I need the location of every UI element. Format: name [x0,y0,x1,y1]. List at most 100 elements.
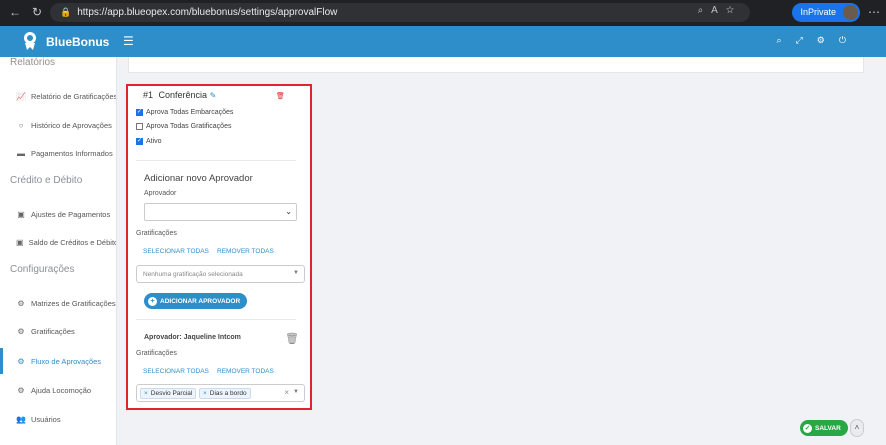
top-card [128,57,864,73]
sidebar: Relatórios 📈 Relatório de Gratificações … [0,57,117,445]
menu-toggle-icon[interactable]: ☰ [123,34,134,48]
sidebar-item-pagamentos-informados[interactable]: ▬ Pagamentos Informados [0,140,116,166]
refresh-icon[interactable]: ↻ [28,5,46,19]
sidebar-section-relatorios: Relatórios [10,57,56,68]
checkbox-box[interactable] [136,108,143,116]
entry-select-all-link[interactable]: SELECIONAR TODAS [143,368,209,375]
gears-icon: ⚙ [17,298,25,308]
approver-label: Aprovador [144,190,177,197]
gratificacoes-multiselect[interactable]: Nenhuma gratificação selecionada ▼ [136,265,305,283]
users-icon: 👥 [16,414,26,424]
avatar [843,5,858,20]
sidebar-item-relatorio-gratificacoes[interactable]: 📈 Relatório de Gratificações [0,83,117,109]
remove-tag-icon[interactable]: × [144,390,148,397]
money-icon: ▬ [17,148,25,158]
checkbox-box[interactable] [136,123,143,130]
entry-gratificacoes-label: Gratificações [136,350,177,357]
sidebar-item-label: Saldo de Créditos e Débitos [28,237,117,247]
logo-icon [24,32,36,50]
back-icon[interactable]: ← [6,5,24,19]
sidebar-item-matrizes[interactable]: ⚙ Matrizes de Gratificações [0,290,116,316]
browser-toolbar: ← ↻ 🔒 https://app.blueopex.com/bluebonus… [0,0,886,26]
sidebar-item-label: Relatório de Gratificações [30,91,117,101]
sidebar-item-label: Ajuda Locomoção [31,385,92,395]
pencil-icon[interactable]: ✎ [210,91,217,100]
flow-number: #1 [143,90,154,100]
remove-tag-icon[interactable]: × [203,390,207,397]
divider [136,160,296,161]
power-icon[interactable]: ⏻ [839,35,846,46]
gratificacoes-label: Gratificações [136,230,177,237]
sidebar-section-credito-debito: Crédito e Débito [10,175,83,186]
clear-selection-icon[interactable]: × [284,388,289,397]
sidebar-item-label: Gratificações [31,326,75,336]
scroll-top-button[interactable]: ˄ [850,419,864,437]
checkbox-box[interactable] [136,137,143,145]
sidebar-item-usuarios[interactable]: 👥 Usuários [0,406,116,432]
checkbox-ativo[interactable]: Ativo [136,137,162,145]
header-actions: ⌕ ⤢ ⚙ ⏻ [777,35,846,46]
gears-icon: ⚙ [17,326,25,336]
save-button[interactable]: ✓ SALVAR [800,420,848,436]
sidebar-item-label: Pagamentos Informados [31,148,113,158]
remove-all-link[interactable]: REMOVER TODAS [217,248,274,255]
sidebar-item-saldo-creditos[interactable]: ▣ Saldo de Créditos e Débitos [0,229,117,255]
entry-gratificacoes-multiselect[interactable]: × Desvio Parcial × Dias a bordo × ▼ [136,384,305,402]
sidebar-item-label: Histórico de Aprovações [31,120,112,130]
flow-name: Conferência [158,90,208,100]
chart-icon: 📈 [16,91,26,101]
add-approver-button[interactable]: + ADICIONAR APROVADOR [144,293,247,309]
approval-flow-card: #1 Conferência ✎ 🗑 Aprova Todas Embarcaç… [126,84,312,410]
flow-title: #1 Conferência ✎ [143,90,216,100]
address-bar-icons: ⌕A☆ [697,5,742,16]
sidebar-item-ajuda-locomocao[interactable]: ⚙ Ajuda Locomoção [0,377,116,403]
sidebar-section-configuracoes: Configurações [10,264,75,275]
gears-icon: ⚙ [17,385,25,395]
selected-tag: × Dias a bordo [199,388,251,399]
sidebar-item-label: Matrizes de Gratificações [31,298,116,308]
check-icon: ✓ [803,423,812,433]
delete-approver-icon[interactable]: 🗑 [285,332,299,345]
more-menu-icon[interactable]: ⋯ [868,5,880,19]
add-approver-label: ADICIONAR APROVADOR [160,297,241,305]
new-approver-heading: Adicionar novo Aprovador [144,173,253,184]
divider [136,319,296,320]
inprivate-label: InPrivate [800,7,836,17]
url-text: https://app.blueopex.com/bluebonus/setti… [77,7,338,18]
chevron-up-icon: ˄ [854,423,860,432]
caret-down-icon: ▼ [293,270,299,276]
approver-entry-name: Aprovador: Jaqueline Intcom [144,334,241,341]
checkbox-aprova-gratificacoes[interactable]: Aprova Todas Gratificações [136,123,231,130]
sidebar-item-fluxo-aprovacoes[interactable]: ⚙ Fluxo de Aprovações [0,348,116,374]
sidebar-item-gratificacoes[interactable]: ⚙ Gratificações [0,318,116,344]
checkbox-label: Ativo [146,138,162,145]
inprivate-badge[interactable]: InPrivate [792,3,860,22]
plus-icon: + [148,296,157,306]
entry-remove-all-link[interactable]: REMOVER TODAS [217,368,274,375]
multiselect-placeholder: Nenhuma gratificação selecionada [143,271,243,278]
checkbox-aprova-embarcacoes[interactable]: Aprova Todas Embarcações [136,108,234,116]
tag-label: Dias a bordo [209,390,247,397]
tag-label: Desvio Parcial [150,390,193,397]
sidebar-item-historico-aprovacoes[interactable]: ○ Histórico de Aprovações [0,112,116,138]
select-all-link[interactable]: SELECIONAR TODAS [143,248,209,255]
search-icon[interactable]: ⌕ [777,35,782,46]
approver-select[interactable]: ⌄ [144,203,297,221]
sidebar-item-label: Usuários [31,414,61,424]
delete-flow-icon[interactable]: 🗑 [276,92,285,100]
selected-tag: × Desvio Parcial [140,388,197,399]
gears-icon: ⚙ [17,356,25,366]
address-bar[interactable]: 🔒 https://app.blueopex.com/bluebonus/set… [50,3,750,22]
checkbox-label: Aprova Todas Gratificações [146,123,232,130]
caret-down-icon: ▼ [293,389,299,395]
chevron-down-icon: ⌄ [285,207,292,216]
save-label: SALVAR [815,424,841,432]
receipt-icon: ▣ [16,237,24,247]
settings-icon[interactable]: ⚙ [817,35,825,46]
receipt-icon: ▣ [17,209,25,219]
lock-icon: 🔒 [60,7,72,17]
sidebar-item-ajustes-pagamentos[interactable]: ▣ Ajustes de Pagamentos [0,201,116,227]
circle-icon: ○ [18,120,24,130]
checkbox-label: Aprova Todas Embarcações [146,109,234,116]
fullscreen-icon[interactable]: ⤢ [796,35,803,46]
